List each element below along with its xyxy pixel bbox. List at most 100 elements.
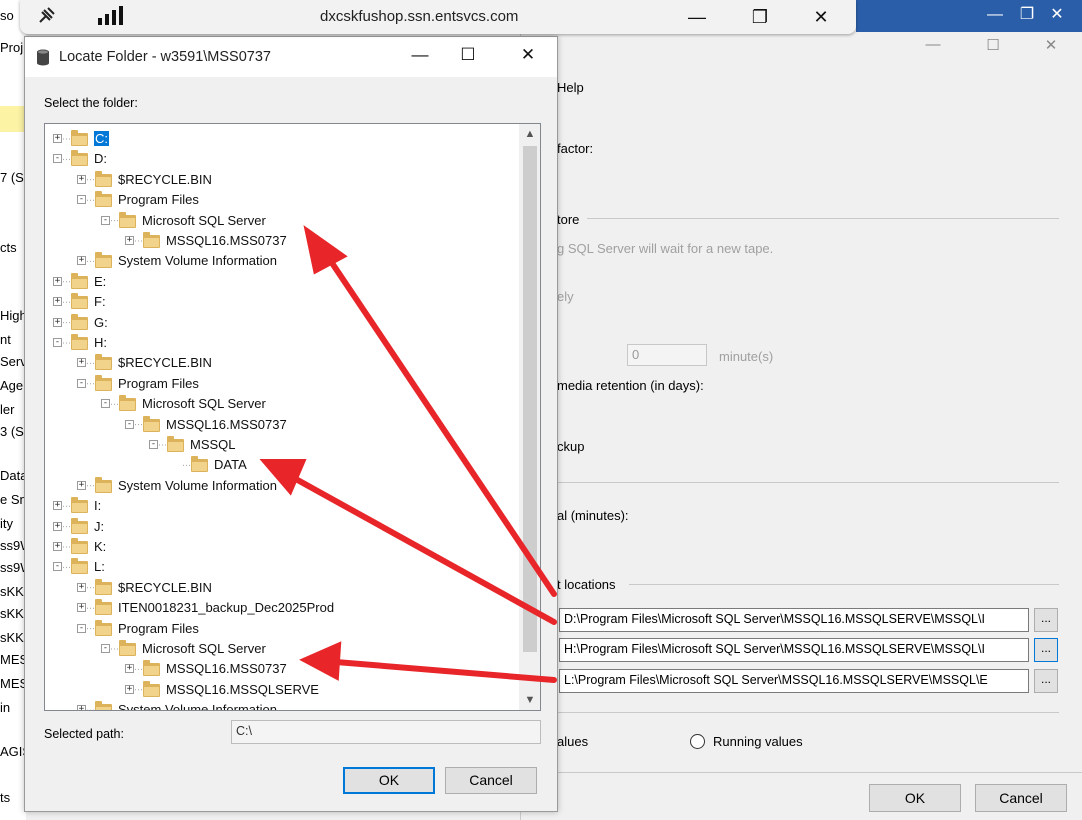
strip-label: High xyxy=(0,308,26,323)
folder-icon xyxy=(95,374,112,391)
expand-icon[interactable]: + xyxy=(53,297,62,307)
tree-item-label: L: xyxy=(94,559,105,575)
expand-icon[interactable]: + xyxy=(53,542,62,551)
collapse-icon[interactable]: - xyxy=(101,644,110,653)
dialog-title: Locate Folder - w3591\MSS0737 xyxy=(59,49,271,65)
minimize-icon[interactable]: — xyxy=(982,2,1008,28)
expand-icon[interactable]: + xyxy=(53,276,62,286)
signal-bars-icon xyxy=(96,4,123,30)
cancel-button[interactable]: Cancel xyxy=(975,784,1067,812)
host-titlebar: — ❐ ✕ xyxy=(856,0,1082,32)
scroll-down-icon[interactable]: ▼ xyxy=(519,690,540,710)
ok-button[interactable]: OK xyxy=(343,767,435,794)
log-path-input[interactable]: H:\Program Files\Microsoft SQL Server\MS… xyxy=(559,638,1029,662)
tree-item-label: ITEN0018231_backup_Dec2025Prod xyxy=(118,600,335,616)
selected-path-field[interactable]: C:\ xyxy=(231,720,541,744)
folder-icon xyxy=(95,191,112,208)
factor-label: factor: xyxy=(557,141,594,156)
backup-path-input[interactable]: L:\Program Files\Microsoft SQL Server\MS… xyxy=(559,669,1029,693)
tree-item-label: Microsoft SQL Server xyxy=(142,641,266,656)
strip-label: so xyxy=(0,8,14,23)
expand-icon[interactable]: + xyxy=(77,705,86,710)
tree-item-label: I: xyxy=(94,498,102,514)
strip-label: AGIS xyxy=(0,744,26,759)
tree-item-label: C: xyxy=(94,131,109,146)
collapse-icon[interactable]: - xyxy=(53,338,62,347)
expand-icon[interactable]: + xyxy=(77,256,86,266)
folder-tree[interactable]: ▲ ▼ + C: - D: + $RECYCLE.BIN - Program Files - Mi… xyxy=(44,123,541,711)
strip-label: ts xyxy=(0,790,11,805)
data-path-input[interactable]: D:\Program Files\Microsoft SQL Server\MS… xyxy=(559,608,1029,632)
pin-icon[interactable] xyxy=(34,4,60,30)
section-divider xyxy=(557,712,1059,713)
tree-item-label: Microsoft SQL Server xyxy=(142,212,266,228)
collapse-icon[interactable]: - xyxy=(77,623,86,633)
cancel-button[interactable]: Cancel xyxy=(445,767,537,794)
collapse-icon[interactable]: - xyxy=(53,562,62,572)
section-divider xyxy=(557,482,1059,483)
ok-button[interactable]: OK xyxy=(869,784,961,812)
select-folder-label: Select the folder: xyxy=(44,96,138,110)
help-menu[interactable]: Help xyxy=(557,80,584,95)
expand-icon[interactable]: + xyxy=(53,501,62,511)
strip-label: ler xyxy=(0,402,15,417)
scroll-up-icon[interactable]: ▲ xyxy=(519,124,540,144)
expand-icon[interactable]: + xyxy=(53,317,62,327)
folder-icon xyxy=(71,497,88,514)
tree-item-label: Program Files xyxy=(118,375,199,391)
expand-icon[interactable]: + xyxy=(125,664,134,674)
expand-icon[interactable]: + xyxy=(77,358,86,368)
expand-icon[interactable]: + xyxy=(125,684,134,694)
restore-icon[interactable]: ❐ xyxy=(747,4,773,30)
minimize-icon[interactable]: — xyxy=(921,36,945,58)
expand-icon[interactable]: + xyxy=(77,603,86,613)
folder-icon xyxy=(71,558,88,575)
expand-icon[interactable]: + xyxy=(53,521,62,531)
browse-data-button[interactable]: ... xyxy=(1034,608,1058,632)
folder-icon xyxy=(167,436,184,452)
expand-icon[interactable]: + xyxy=(77,480,86,490)
minimize-icon[interactable]: — xyxy=(684,4,710,30)
collapse-icon[interactable]: - xyxy=(53,154,62,164)
tree-item-label: MSSQL xyxy=(190,437,236,452)
expand-icon[interactable]: + xyxy=(77,582,86,592)
tree-item-label: E: xyxy=(94,273,107,289)
maximize-icon[interactable]: ☐ xyxy=(455,45,481,69)
tree-item-label: MSSQL16.MSS0737 xyxy=(166,661,287,677)
close-icon[interactable]: ✕ xyxy=(515,45,541,69)
expand-icon[interactable]: + xyxy=(125,236,134,245)
folder-icon xyxy=(95,354,112,371)
maximize-icon[interactable]: ☐ xyxy=(981,36,1005,58)
collapse-icon[interactable]: - xyxy=(149,440,158,449)
tree-scrollbar[interactable]: ▲ ▼ xyxy=(519,124,540,710)
minimize-icon[interactable]: — xyxy=(407,45,433,69)
strip-label: sKK xyxy=(0,606,24,621)
strip-label: MESK xyxy=(0,676,26,691)
expand-icon[interactable]: + xyxy=(77,174,86,184)
tree-item-label: System Volume Information xyxy=(118,477,277,493)
running-values-radio[interactable] xyxy=(690,734,705,749)
collapse-icon[interactable]: - xyxy=(77,378,86,388)
folder-icon xyxy=(95,170,112,187)
strip-label: e Sn xyxy=(0,492,26,507)
browse-backup-button[interactable]: ... xyxy=(1034,669,1058,693)
tree-item-label: H: xyxy=(94,335,107,350)
close-icon[interactable]: ✕ xyxy=(1044,2,1070,28)
scroll-thumb[interactable] xyxy=(523,146,537,652)
tree-item-label: G: xyxy=(94,314,108,330)
close-icon[interactable]: ✕ xyxy=(1039,36,1063,58)
restore-icon[interactable]: ❐ xyxy=(1014,2,1040,28)
close-icon[interactable]: ✕ xyxy=(808,4,834,30)
media-retention-label: media retention (in days): xyxy=(557,378,704,393)
backup-label: ckup xyxy=(557,439,585,454)
browse-log-button[interactable]: ... xyxy=(1034,638,1058,662)
collapse-icon[interactable]: - xyxy=(125,419,134,429)
collapse-icon[interactable]: - xyxy=(101,399,110,409)
expand-icon[interactable]: + xyxy=(53,134,62,143)
folder-icon xyxy=(143,415,160,432)
minutes-label: minute(s) xyxy=(719,349,774,364)
minutes-stepper[interactable]: 0 xyxy=(627,344,707,366)
restore-section-label: tore xyxy=(557,212,580,227)
collapse-icon[interactable]: - xyxy=(101,215,110,225)
collapse-icon[interactable]: - xyxy=(77,195,86,205)
